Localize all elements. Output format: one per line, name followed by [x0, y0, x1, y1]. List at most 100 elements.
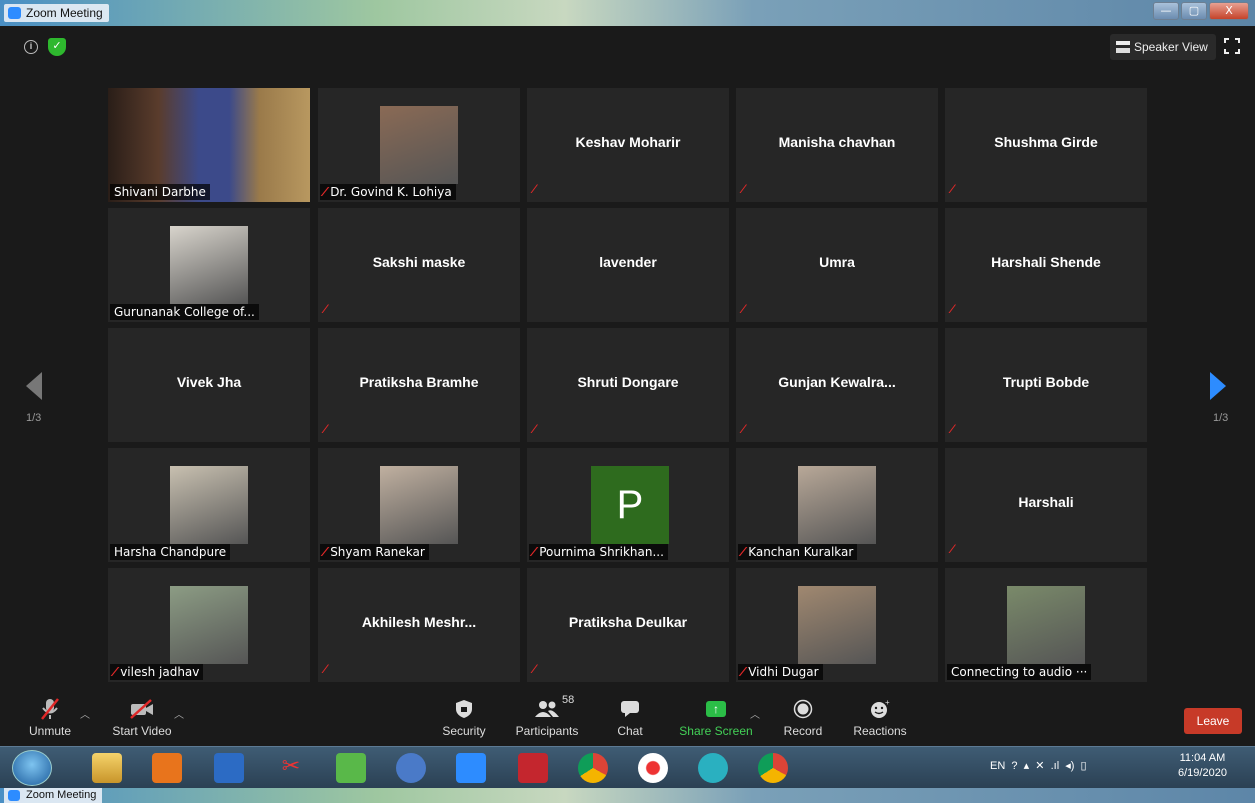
language-indicator[interactable]: EN: [990, 760, 1005, 772]
participant-tile[interactable]: P ⁄ Pournima Shrikhan...: [527, 448, 729, 562]
muted-mic-icon: ⁄: [324, 545, 331, 559]
participant-name: Vivek Jha: [176, 374, 242, 390]
participant-video: [1007, 586, 1085, 664]
muted-mic-icon: ⁄: [533, 422, 536, 436]
chrome-user-icon[interactable]: [758, 753, 788, 783]
participant-tile[interactable]: Sakshi maske ⁄: [318, 208, 520, 322]
record-button[interactable]: Record: [780, 696, 826, 738]
participant-tile[interactable]: Connecting to audio ···: [945, 568, 1147, 682]
encryption-shield-icon[interactable]: ✓: [48, 38, 66, 56]
participant-tile[interactable]: Harsha Chandpure: [108, 448, 310, 562]
browser-icon[interactable]: [396, 753, 426, 783]
muted-mic-icon: ⁄: [324, 422, 327, 436]
svg-text:+: +: [885, 699, 890, 707]
window-titlebar: Zoom Meeting — ▢ X: [0, 0, 1255, 26]
security-button[interactable]: Security: [438, 696, 490, 738]
participant-tile[interactable]: Gunjan Kewalra... ⁄: [736, 328, 938, 442]
participant-tile[interactable]: Trupti Bobde ⁄: [945, 328, 1147, 442]
mp3-cutter-icon[interactable]: [214, 753, 244, 783]
participant-tile[interactable]: ⁄ Kanchan Kuralkar: [736, 448, 938, 562]
participant-name: Pratiksha Deulkar: [568, 614, 688, 630]
unmute-button[interactable]: Unmute: [22, 696, 78, 738]
participant-name: Sakshi maske: [372, 254, 466, 270]
participants-count-badge: 58: [562, 694, 575, 706]
participant-video: [170, 226, 248, 304]
window-title-text: Zoom Meeting: [26, 6, 103, 20]
participant-tile[interactable]: Shushma Girde ⁄: [945, 88, 1147, 202]
next-page-arrow-icon[interactable]: [1210, 372, 1226, 400]
participant-tile[interactable]: ⁄ Vidhi Dugar: [736, 568, 938, 682]
participant-tile[interactable]: Shruti Dongare ⁄: [527, 328, 729, 442]
clock-date: 6/19/2020: [1178, 767, 1227, 779]
participants-label: Participants: [515, 724, 579, 738]
previous-page-arrow-icon[interactable]: [26, 372, 42, 400]
participant-tile[interactable]: Gurunanak College of...: [108, 208, 310, 322]
info-icon[interactable]: i: [24, 40, 38, 54]
start-button-icon[interactable]: [12, 750, 52, 786]
participant-tile[interactable]: ⁄ vilesh jadhav: [108, 568, 310, 682]
participant-name-label: Shivani Darbhe: [110, 184, 210, 200]
security-shield-icon: [438, 696, 490, 722]
participant-tile[interactable]: Pratiksha Deulkar ⁄: [527, 568, 729, 682]
participant-video: [798, 586, 876, 664]
participant-video: [380, 466, 458, 544]
participant-tile[interactable]: Vivek Jha: [108, 328, 310, 442]
participant-name: Keshav Moharir: [575, 134, 681, 150]
participant-name: Gunjan Kewalra...: [778, 374, 896, 390]
speaker-view-label: Speaker View: [1134, 40, 1208, 54]
chat-button[interactable]: Chat: [608, 696, 652, 738]
participant-avatar: P: [591, 466, 669, 544]
system-tray[interactable]: EN ? ▴ ✕ .ıl ◂) ▯: [990, 759, 1087, 772]
second-window-title: Zoom Meeting: [4, 788, 103, 803]
video-app-icon[interactable]: [698, 753, 728, 783]
participant-tile[interactable]: ⁄ Shyam Ranekar: [318, 448, 520, 562]
participant-tile[interactable]: Akhilesh Meshr... ⁄: [318, 568, 520, 682]
audio-options-caret-icon[interactable]: ︿: [80, 706, 90, 721]
speaker-view-button[interactable]: Speaker View: [1110, 34, 1216, 60]
participant-tile[interactable]: lavender: [527, 208, 729, 322]
second-window-title-text: Zoom Meeting: [26, 789, 97, 801]
start-video-button[interactable]: Start Video: [110, 696, 174, 738]
video-options-caret-icon[interactable]: ︿: [174, 706, 184, 721]
maximize-button[interactable]: ▢: [1181, 2, 1207, 20]
participant-tile[interactable]: Harshali ⁄: [945, 448, 1147, 562]
mendeley-icon[interactable]: [518, 753, 548, 783]
muted-mic-icon: ⁄: [951, 422, 954, 436]
file-explorer-icon[interactable]: [92, 753, 122, 783]
zoom-taskbar-icon[interactable]: [456, 753, 486, 783]
participant-tile[interactable]: Harshali Shende ⁄: [945, 208, 1147, 322]
share-options-caret-icon[interactable]: ︿: [750, 706, 760, 721]
system-clock[interactable]: 11:04 AM 6/19/2020: [1178, 751, 1227, 781]
reactions-label: Reactions: [853, 724, 907, 738]
chrome-icon[interactable]: [578, 753, 608, 783]
participant-tile[interactable]: Shivani Darbhe: [108, 88, 310, 202]
recorder-icon[interactable]: [638, 753, 668, 783]
record-icon: [780, 696, 826, 722]
participant-tile[interactable]: Manisha chavhan ⁄: [736, 88, 938, 202]
participant-tile[interactable]: Pratiksha Bramhe ⁄: [318, 328, 520, 442]
media-player-icon[interactable]: [152, 753, 182, 783]
participant-tile[interactable]: Keshav Moharir ⁄: [527, 88, 729, 202]
share-screen-icon: ↑: [676, 696, 756, 722]
participant-name-label: Harsha Chandpure: [110, 544, 231, 560]
participant-name: Shruti Dongare: [577, 374, 679, 390]
participant-tile[interactable]: ⁄ Dr. Govind K. Lohiya: [318, 88, 520, 202]
zoom-app-icon-small: [8, 790, 20, 801]
app-green-icon[interactable]: [336, 753, 366, 783]
muted-mic-icon: ⁄: [742, 545, 749, 559]
leave-button[interactable]: Leave: [1184, 708, 1242, 734]
participant-tile[interactable]: Umra ⁄: [736, 208, 938, 322]
fullscreen-icon[interactable]: [1224, 38, 1240, 54]
minimize-button[interactable]: —: [1153, 2, 1179, 20]
scissors-icon[interactable]: ✂: [276, 753, 306, 783]
muted-mic-icon: ⁄: [324, 185, 331, 199]
participant-grid: Shivani Darbhe ⁄ Dr. Govind K. Lohiya Kesh…: [108, 88, 1150, 684]
participant-name: Harshali: [1018, 494, 1074, 510]
reactions-button[interactable]: + Reactions: [852, 696, 908, 738]
close-button[interactable]: X: [1209, 2, 1249, 20]
share-screen-button[interactable]: ↑ Share Screen: [676, 696, 756, 738]
muted-mic-icon: ⁄: [742, 302, 745, 316]
zoom-app-icon: [8, 7, 21, 19]
muted-mic-icon: ⁄: [114, 665, 121, 679]
muted-mic-icon: ⁄: [951, 302, 954, 316]
